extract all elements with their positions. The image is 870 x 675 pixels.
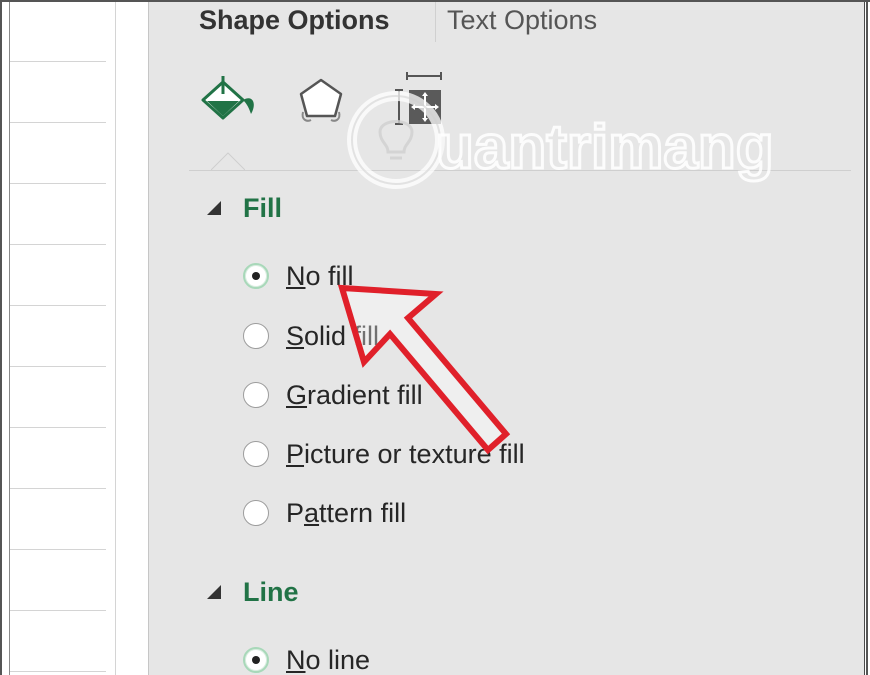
grid-row-line (10, 427, 106, 428)
section-title: Fill (243, 192, 282, 223)
section-fill-header[interactable]: Fill (205, 190, 282, 226)
radio-no-fill[interactable]: No fill (243, 258, 354, 294)
radio-button[interactable] (243, 441, 269, 467)
radio-button[interactable] (243, 647, 269, 673)
triangle-collapse-icon (207, 201, 221, 215)
grid-row-line (10, 488, 106, 489)
pentagon-icon[interactable] (297, 74, 357, 130)
spreadsheet-grid[interactable] (9, 0, 107, 675)
radio-no-line[interactable]: No line (243, 642, 370, 675)
grid-row-line (10, 61, 106, 62)
grid-row-line (10, 244, 106, 245)
grid-row-line (10, 305, 106, 306)
grid-row-line (10, 366, 106, 367)
frame-edge (866, 0, 868, 675)
category-divider (189, 170, 851, 171)
radio-label: Picture or texture fill (286, 438, 525, 469)
radio-button[interactable] (243, 382, 269, 408)
tab-divider (435, 2, 436, 42)
paint-bucket-icon[interactable] (199, 74, 259, 130)
radio-button[interactable] (243, 500, 269, 526)
format-shape-pane: Shape Options Text Options Fill No fill … (148, 0, 865, 675)
pane-splitter[interactable] (116, 0, 148, 675)
size-properties-icon[interactable] (393, 70, 453, 126)
radio-label: No fill (286, 260, 354, 291)
radio-label: Gradient fill (286, 379, 423, 410)
sheet-scroll-gutter[interactable] (106, 0, 116, 675)
radio-button[interactable] (243, 323, 269, 349)
radio-gradient-fill[interactable]: Gradient fill (243, 377, 423, 413)
tab-shape-options[interactable]: Shape Options (199, 3, 390, 37)
active-category-pointer (211, 152, 245, 171)
frame-edge (0, 0, 870, 2)
grid-row-line (10, 610, 106, 611)
radio-label: Pattern fill (286, 497, 407, 528)
radio-label: No line (286, 644, 371, 675)
radio-pattern-fill[interactable]: Pattern fill (243, 495, 406, 531)
radio-label: Solid fill (286, 320, 380, 351)
radio-solid-fill[interactable]: Solid fill (243, 318, 379, 354)
tab-text-options[interactable]: Text Options (447, 3, 597, 37)
radio-picture-texture-fill[interactable]: Picture or texture fill (243, 436, 525, 472)
section-line-header[interactable]: Line (205, 574, 299, 610)
frame-edge (0, 0, 2, 675)
screenshot: Shape Options Text Options Fill No fill … (0, 0, 870, 675)
grid-row-line (10, 183, 106, 184)
radio-button[interactable] (243, 263, 269, 289)
triangle-collapse-icon (207, 585, 221, 599)
section-title: Line (243, 576, 299, 607)
grid-row-line (10, 671, 106, 672)
grid-row-line (10, 549, 106, 550)
grid-row-line (10, 122, 106, 123)
